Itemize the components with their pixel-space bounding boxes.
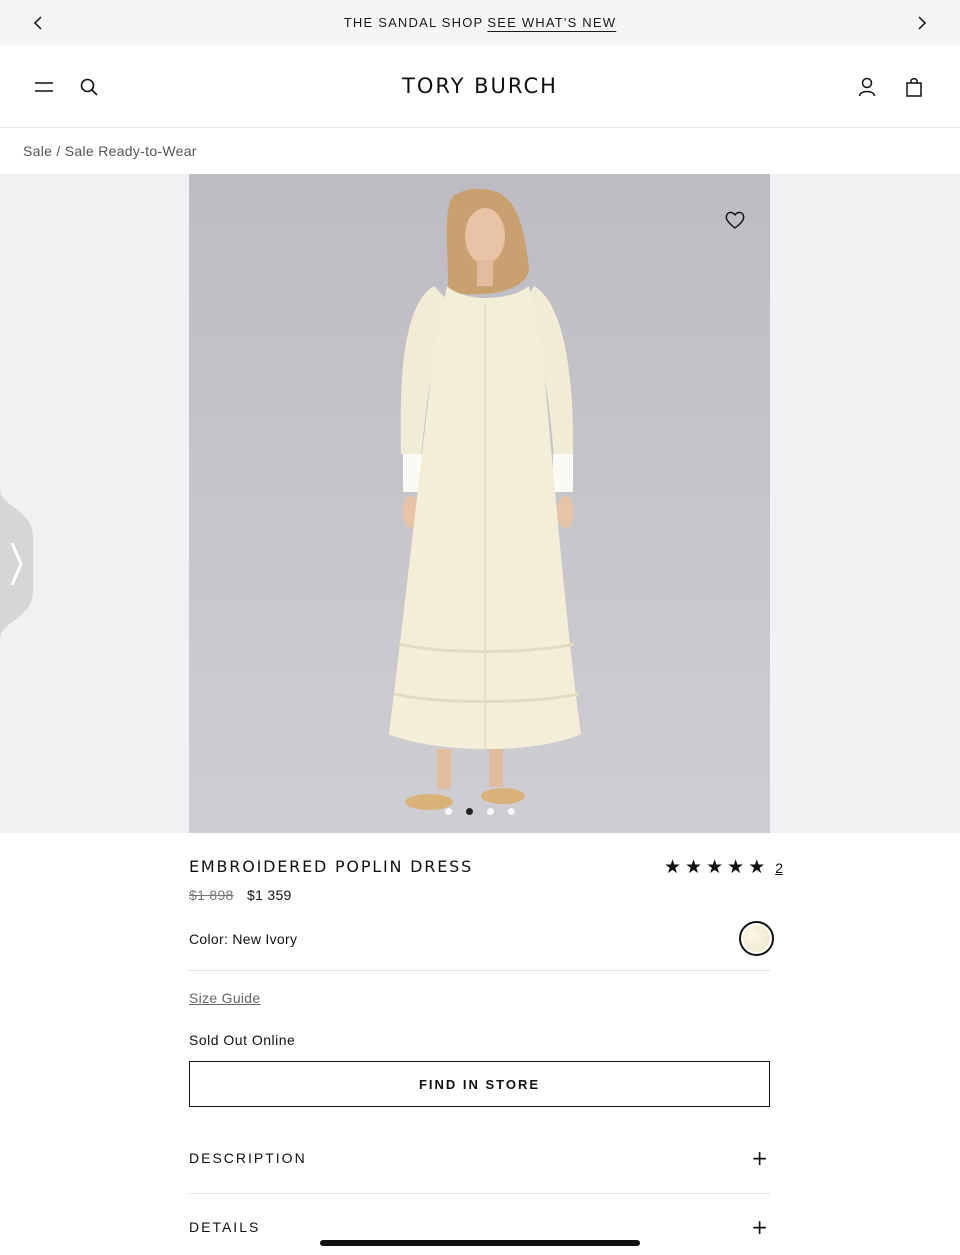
gallery-dot[interactable]: [445, 808, 452, 815]
plus-icon: +: [751, 1215, 768, 1239]
gallery-dot[interactable]: [508, 808, 515, 815]
star-icon: ★: [748, 857, 766, 878]
find-in-store-button[interactable]: FIND IN STORE: [189, 1061, 770, 1107]
size-guide-link[interactable]: Size Guide: [189, 990, 260, 1006]
gallery-pagination: [0, 808, 960, 815]
swatch-fill: [743, 925, 770, 952]
gallery-dot[interactable]: [487, 808, 494, 815]
star-icon: ★: [727, 857, 745, 878]
home-indicator: [320, 1240, 640, 1246]
star-icon: ★: [664, 857, 682, 878]
review-count-link[interactable]: 2: [775, 860, 783, 876]
color-label: Color: New Ivory: [189, 931, 298, 947]
accordion-label: DETAILS: [189, 1219, 261, 1235]
divider: [189, 1193, 770, 1194]
accordion-description[interactable]: DESCRIPTION +: [189, 1143, 770, 1173]
availability-status: Sold Out Online: [189, 1032, 296, 1048]
brand-logo[interactable]: TORY BURCH: [0, 74, 960, 98]
plus-icon: +: [751, 1146, 768, 1170]
color-swatch-new-ivory[interactable]: [739, 921, 774, 956]
heart-icon[interactable]: [723, 208, 747, 232]
chevron-left-icon[interactable]: [26, 11, 50, 35]
promo-bar: THE SANDAL SHOP SEE WHAT'S NEW: [0, 0, 960, 45]
chevron-right-icon[interactable]: [910, 11, 934, 35]
product-image[interactable]: [189, 174, 770, 833]
bag-icon[interactable]: [900, 73, 928, 101]
promo-link[interactable]: SEE WHAT'S NEW: [487, 15, 616, 30]
original-price: $1 898: [189, 887, 234, 903]
star-icon: ★: [685, 857, 703, 878]
product-title: EMBROIDERED POPLIN DRESS: [189, 857, 474, 876]
divider: [189, 970, 770, 971]
product-rating[interactable]: ★ ★ ★ ★ ★ 2: [664, 858, 783, 877]
site-header: TORY BURCH: [0, 45, 960, 128]
promo-text: THE SANDAL SHOP: [343, 15, 484, 30]
gallery-dot-active[interactable]: [466, 808, 473, 815]
accordion-details[interactable]: DETAILS +: [189, 1212, 770, 1242]
sale-price: $1 359: [247, 887, 292, 903]
account-icon[interactable]: [853, 73, 881, 101]
star-icon: ★: [706, 857, 724, 878]
side-drawer-tab[interactable]: [0, 488, 33, 640]
accordion-label: DESCRIPTION: [189, 1150, 307, 1166]
breadcrumb[interactable]: Sale / Sale Ready-to-Wear: [23, 143, 197, 159]
